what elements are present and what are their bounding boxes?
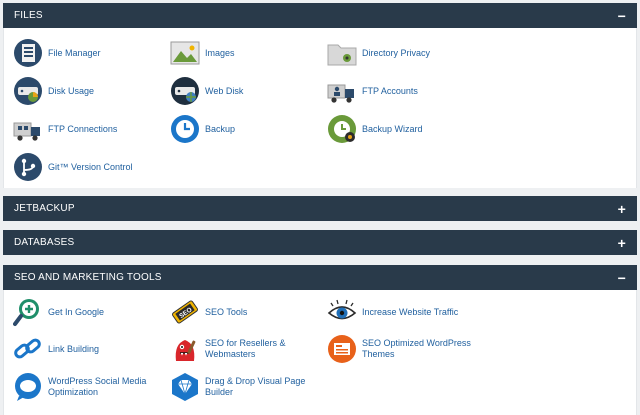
files-body: File Manager Images Directory Privacy Di… (3, 28, 637, 188)
get-in-google-label: Get In Google (48, 306, 105, 317)
wordpress-social-media-optimization-link[interactable]: WordPress Social Media Optimization (13, 372, 173, 402)
jetbackup-title: JETBACKUP (14, 203, 75, 214)
increase-website-traffic-label: Increase Website Traffic (362, 306, 459, 317)
backup-label: Backup (205, 123, 236, 134)
backup-wizard-label: Backup Wizard (362, 123, 423, 134)
drag-drop-visual-page-builder-label: Drag & Drop Visual Page Builder (205, 376, 306, 397)
directory-privacy-label: Directory Privacy (362, 47, 431, 58)
chain-link-icon (14, 338, 41, 359)
databases-header[interactable]: DATABASES + (3, 230, 637, 255)
link-building-label: Link Building (48, 343, 100, 354)
seo-optimized-wordpress-themes-label: SEO Optimized WordPress Themes (362, 338, 471, 359)
expand-icon[interactable]: + (618, 202, 626, 216)
seo-tag-icon: SEO (172, 300, 198, 324)
ftp-accounts-link[interactable]: FTP Accounts (327, 76, 418, 106)
jetbackup-section: JETBACKUP + (3, 196, 637, 221)
file-manager-link[interactable]: File Manager (13, 38, 101, 68)
web-disk-label: Web Disk (205, 85, 244, 96)
ftp-connections-link[interactable]: FTP Connections (13, 114, 117, 144)
images-icon (170, 41, 200, 65)
seo-title: SEO AND MARKETING TOOLS (14, 272, 162, 283)
disk-usage-label: Disk Usage (48, 85, 95, 96)
collapse-icon[interactable]: − (618, 9, 626, 23)
git-version-control-link[interactable]: Git™ Version Control (13, 152, 133, 182)
web-disk-icon (171, 77, 199, 105)
seo-tools-link[interactable]: SEO SEO Tools (170, 297, 247, 327)
link-building-link[interactable]: Link Building (13, 334, 99, 364)
seo-optimized-wordpress-themes-link[interactable]: SEO Optimized WordPress Themes (327, 334, 487, 364)
jetbackup-header[interactable]: JETBACKUP + (3, 196, 637, 221)
seo-header[interactable]: SEO AND MARKETING TOOLS − (3, 265, 637, 290)
images-link[interactable]: Images (170, 38, 235, 68)
get-in-google-link[interactable]: Get In Google (13, 297, 104, 327)
files-header[interactable]: FILES − (3, 3, 637, 28)
diamond-icon (172, 373, 198, 401)
files-section: FILES − File Manager Images Directory Pr… (3, 3, 637, 188)
directory-privacy-icon (327, 44, 357, 66)
git-version-control-label: Git™ Version Control (48, 161, 133, 172)
collapse-icon[interactable]: − (618, 271, 626, 285)
backup-link[interactable]: Backup (170, 114, 235, 144)
seo-tools-label: SEO Tools (205, 306, 248, 317)
eye-icon (327, 299, 357, 320)
backup-wizard-icon (328, 115, 356, 143)
git-icon (14, 153, 42, 181)
drag-drop-visual-page-builder-link[interactable]: Drag & Drop Visual Page Builder (170, 372, 330, 402)
expand-icon[interactable]: + (618, 236, 626, 250)
web-disk-link[interactable]: Web Disk (170, 76, 243, 106)
images-label: Images (205, 47, 235, 58)
seo-body: Get In Google SEO SEO Tools Increase Web… (3, 290, 637, 415)
speech-bubble-icon (15, 373, 41, 401)
seo-for-resellers-link[interactable]: SEO for Resellers & Webmasters (170, 334, 330, 364)
file-manager-icon (14, 39, 42, 67)
seo-section: SEO AND MARKETING TOOLS − Get In Google … (3, 265, 637, 415)
ftp-accounts-label: FTP Accounts (362, 85, 418, 96)
magnifier-plus-icon (13, 299, 39, 326)
increase-website-traffic-link[interactable]: Increase Website Traffic (327, 297, 458, 327)
ftp-connections-label: FTP Connections (48, 123, 118, 134)
wordpress-themes-icon (328, 335, 356, 363)
directory-privacy-link[interactable]: Directory Privacy (327, 38, 430, 68)
ftp-connections-icon (13, 122, 40, 141)
backup-wizard-link[interactable]: Backup Wizard (327, 114, 423, 144)
backup-icon (171, 115, 199, 143)
ftp-accounts-icon (327, 84, 354, 103)
files-title: FILES (14, 10, 43, 21)
file-manager-label: File Manager (48, 47, 101, 58)
disk-usage-link[interactable]: Disk Usage (13, 76, 94, 106)
monster-icon (175, 340, 196, 361)
disk-usage-icon (14, 77, 42, 105)
seo-for-resellers-label: SEO for Resellers & Webmasters (205, 338, 286, 359)
databases-section: DATABASES + (3, 230, 637, 255)
wordpress-social-media-optimization-label: WordPress Social Media Optimization (48, 376, 147, 397)
databases-title: DATABASES (14, 237, 75, 248)
